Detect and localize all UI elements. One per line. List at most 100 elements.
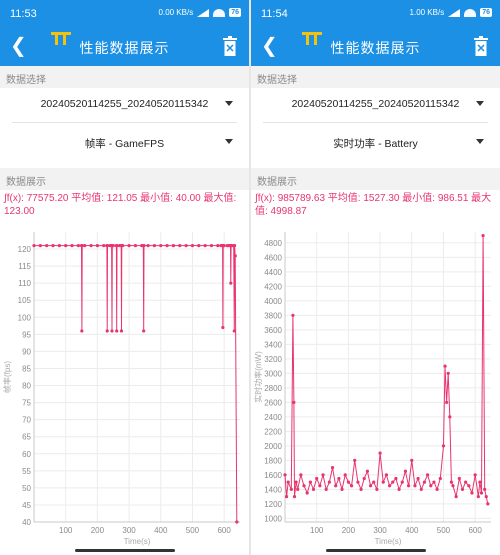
data-point [334, 484, 338, 488]
data-point [397, 487, 401, 491]
data-point [178, 244, 182, 248]
network-speed: 1.00 KB/s [409, 8, 445, 17]
trash-icon[interactable] [474, 36, 488, 56]
data-point [209, 244, 214, 248]
series-line [284, 235, 489, 505]
chevron-down-icon [476, 139, 484, 144]
data-point [142, 244, 146, 248]
y-tick-label: 2400 [264, 413, 282, 422]
data-point [422, 480, 427, 484]
wifi-icon [213, 8, 226, 17]
data-point [197, 244, 201, 248]
data-point [292, 400, 296, 404]
data-point [481, 234, 485, 238]
data-point [232, 329, 236, 333]
x-tick-label: 400 [154, 526, 168, 535]
metric-dropdown[interactable]: 实时功率 - Battery [251, 126, 500, 158]
data-point [381, 480, 385, 484]
formula-summary: ∫f(x): 77575.20 平均值: 121.05 最小值: 40.00 最… [4, 193, 237, 217]
data-point [89, 244, 93, 248]
y-tick-label: 85 [22, 364, 31, 373]
data-point [283, 473, 287, 477]
data-point [229, 281, 233, 285]
data-point [353, 458, 357, 462]
data-point [407, 484, 411, 488]
data-point [110, 329, 114, 333]
data-point [451, 484, 455, 488]
y-tick-label: 45 [22, 501, 31, 510]
data-point [171, 244, 176, 248]
data-point [486, 502, 490, 506]
data-point [286, 480, 290, 484]
data-point [222, 244, 226, 248]
y-tick-label: 115 [18, 262, 31, 271]
data-point [372, 480, 376, 484]
data-point [343, 473, 347, 477]
y-tick-label: 110 [18, 279, 31, 288]
series-line [34, 245, 238, 523]
data-point [105, 329, 109, 333]
data-point [359, 487, 363, 491]
y-tick-label: 100 [18, 313, 32, 322]
trash-icon[interactable] [223, 36, 237, 56]
data-point [429, 484, 433, 488]
section-data-display: 数据展示 [0, 168, 249, 190]
y-tick-label: 3200 [264, 355, 282, 364]
data-point [299, 473, 303, 477]
home-indicator [326, 549, 426, 552]
data-point [289, 487, 293, 491]
y-tick-label: 2200 [264, 427, 282, 436]
data-point [448, 415, 452, 419]
y-tick-label: 4000 [264, 297, 282, 306]
section-data-select: 数据选择 [251, 66, 500, 88]
data-point [152, 244, 157, 248]
data-point [142, 329, 146, 333]
data-point [473, 473, 477, 477]
data-point [45, 244, 49, 248]
data-point [203, 244, 207, 248]
signal-icon [448, 8, 461, 17]
data-point [233, 244, 237, 248]
file-dropdown[interactable]: 20240520114255_20240520115342 [0, 88, 249, 120]
metric-dropdown[interactable]: 帧率 - GameFPS [0, 126, 249, 158]
data-point [445, 400, 449, 404]
app-bar: ❮ 性能数据展示 [0, 28, 249, 66]
data-point [291, 313, 295, 317]
data-point [32, 244, 36, 248]
data-point [375, 487, 379, 491]
data-point [419, 487, 423, 491]
status-bar: 11:53 0.00 KB/s 76 [0, 0, 249, 28]
y-tick-label: 40 [22, 518, 31, 527]
file-dropdown-value: 20240520114255_20240520115342 [291, 98, 460, 110]
y-tick-label: 3400 [264, 340, 282, 349]
y-axis-title: 实时功率(mW) [253, 351, 263, 403]
data-point [184, 244, 188, 248]
data-point [324, 487, 328, 491]
data-point [387, 484, 392, 488]
x-tick-label: 100 [310, 526, 324, 535]
data-point [305, 491, 309, 495]
data-point [235, 520, 239, 524]
data-point [233, 254, 237, 258]
data-point [115, 329, 119, 333]
formula-summary: ∫f(x): 985789.63 平均值: 1527.30 最小值: 986.5… [255, 193, 492, 217]
battery-chart[interactable]: 1000 1200 1400 1600 1800 2000 2200 2400 2600 2800… [251, 226, 500, 555]
y-tick-label: 2000 [264, 442, 282, 451]
fps-chart[interactable]: 40 45 50 55 60 65 70 75 80 85 90 95 100 105 110 115 120 1… [0, 226, 249, 555]
data-point [416, 476, 420, 481]
data-point [102, 244, 106, 248]
data-point [426, 473, 430, 477]
phone-screen-battery: 11:54 1.00 KB/s 76 ❮ 性能数据展示 数据选择 2024052… [251, 0, 500, 555]
status-icons: 1.00 KB/s 76 [410, 8, 492, 17]
file-dropdown[interactable]: 20240520114255_20240520115342 [251, 88, 500, 120]
data-point [346, 480, 350, 484]
data-point [454, 495, 458, 499]
status-time: 11:54 [261, 8, 288, 20]
phone-screen-fps: 11:53 0.00 KB/s 76 ❮ 性能数据展示 数据选择 2024052… [0, 0, 249, 555]
y-tick-label: 4600 [264, 253, 282, 262]
data-point [435, 487, 439, 491]
y-tick-label: 80 [22, 382, 31, 391]
data-point [378, 451, 382, 455]
data-point [111, 244, 115, 248]
x-tick-label: 500 [186, 526, 200, 535]
